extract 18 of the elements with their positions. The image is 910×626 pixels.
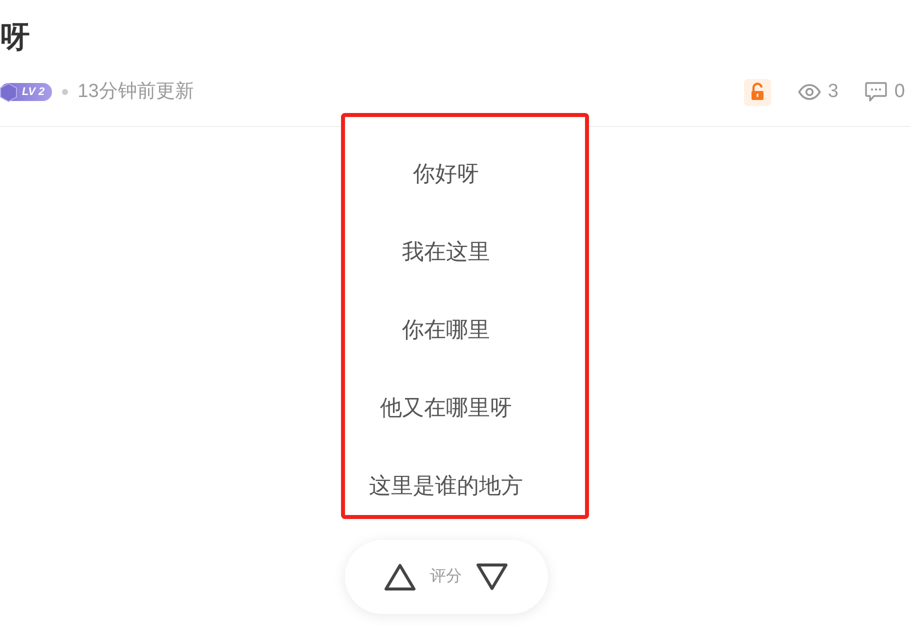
eye-icon	[798, 84, 821, 100]
text-line: 这里是谁的地方	[369, 472, 523, 500]
update-time: 13分钟前更新	[78, 80, 194, 104]
rating-label: 评分	[430, 567, 462, 587]
hexagon-icon	[0, 82, 17, 102]
view-count: 3	[828, 80, 838, 104]
downvote-button[interactable]	[476, 563, 508, 591]
text-line: 你好呀	[413, 160, 479, 188]
post-title: 呀	[0, 20, 30, 56]
text-line: 他又在哪里呀	[380, 394, 512, 422]
level-label: LV 2	[22, 85, 45, 99]
triangle-up-icon	[384, 563, 416, 591]
comment-count: 0	[894, 80, 905, 104]
text-line: 我在这里	[402, 238, 490, 266]
comment-icon	[865, 82, 888, 102]
text-line: 你在哪里	[402, 316, 490, 344]
upvote-button[interactable]	[384, 563, 416, 591]
triangle-down-icon	[476, 563, 508, 591]
